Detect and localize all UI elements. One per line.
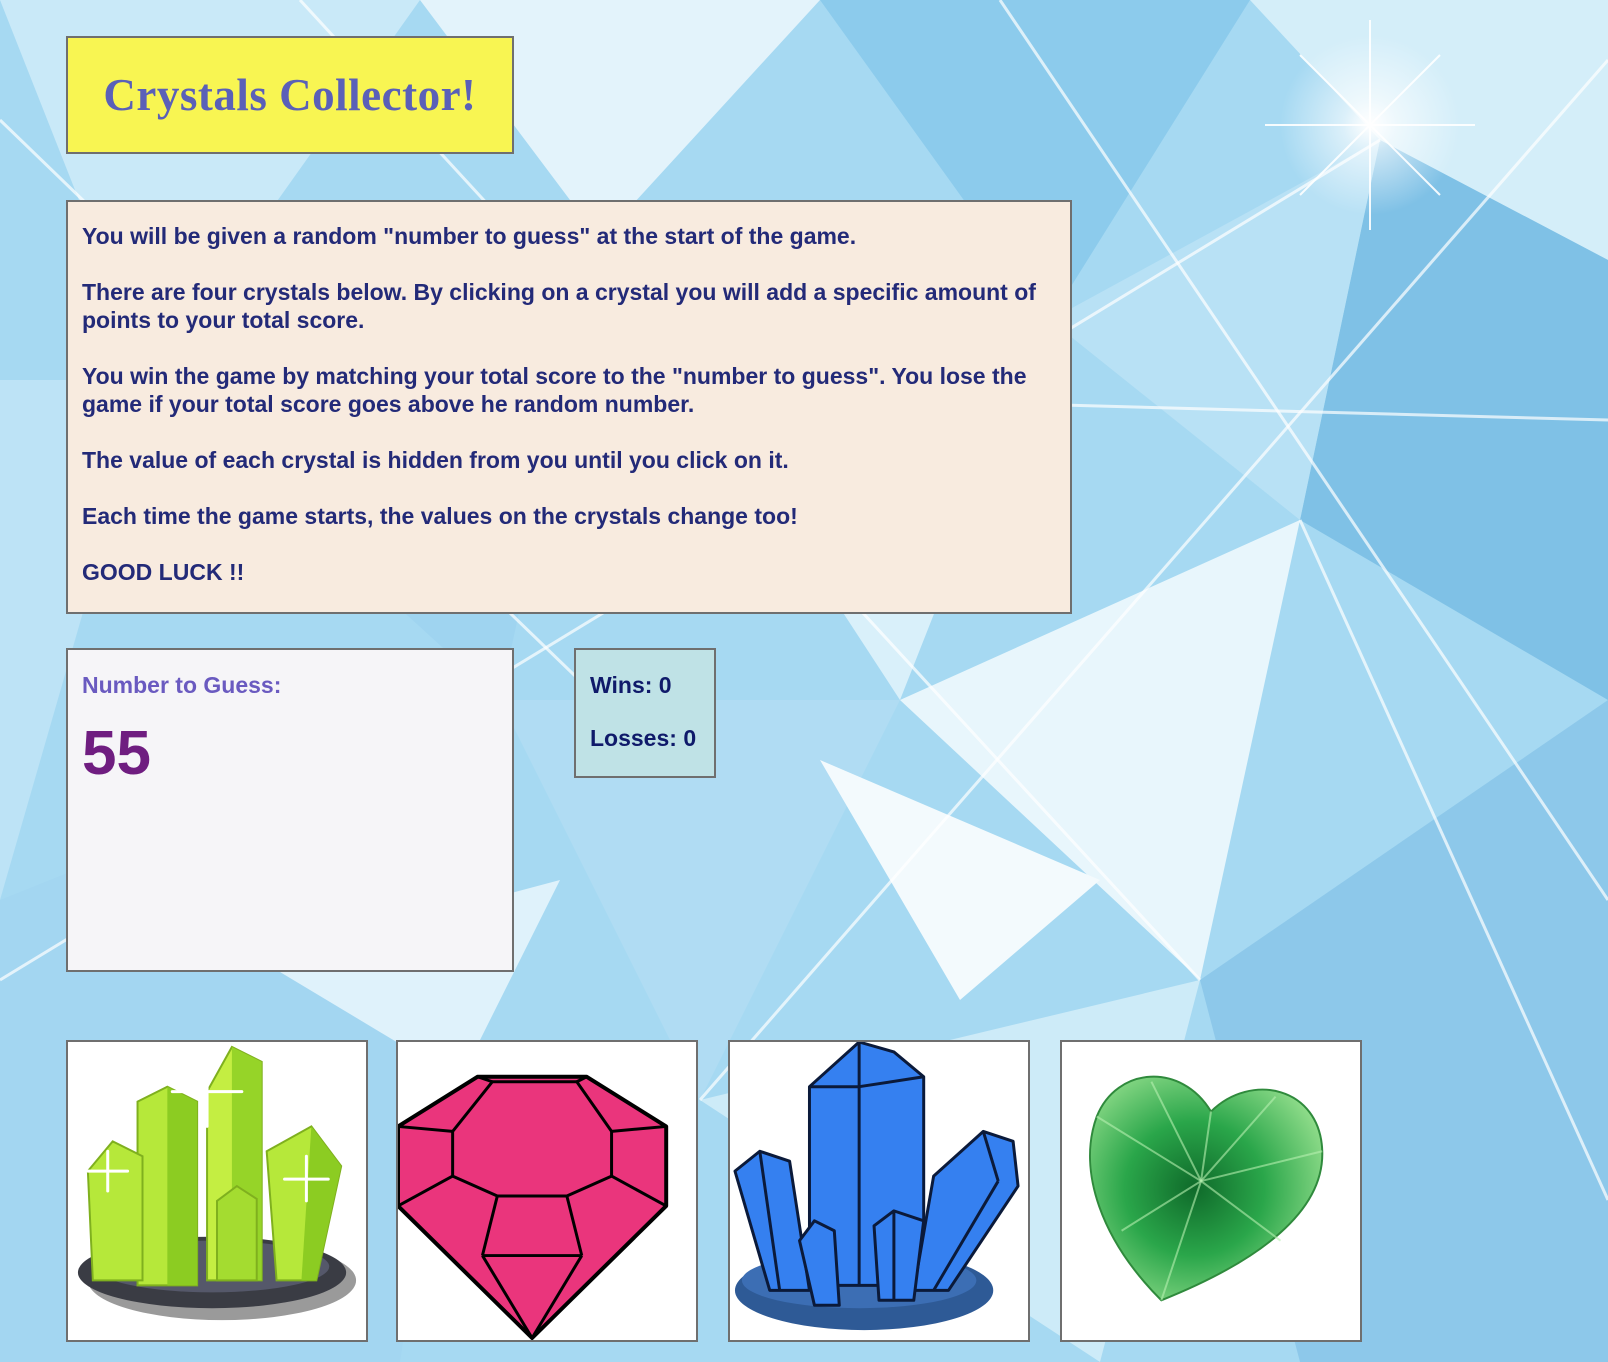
instruction-line: There are four crystals below. By clicki… [82,279,1036,333]
instruction-line: The value of each crystal is hidden from… [82,447,789,473]
green-heart-gem-icon [1089,1075,1324,1302]
instruction-line: Each time the game starts, the values on… [82,503,798,529]
number-to-guess-panel: Number to Guess: 55 [66,648,514,972]
wins-counter: Wins: 0 [590,672,672,698]
crystal-button-1[interactable] [66,1040,368,1342]
title-banner: Crystals Collector! [66,36,514,154]
page-title: Crystals Collector! [103,70,477,120]
crystal-button-3[interactable] [728,1040,1030,1342]
losses-counter: Losses: 0 [590,725,697,751]
green-crystal-cluster-icon [77,1045,357,1321]
number-to-guess-value: 55 [82,719,151,788]
instructions-panel: You will be given a random "number to gu… [66,200,1072,614]
crystal-button-4[interactable] [1060,1040,1362,1342]
pink-gem-icon [398,1074,669,1340]
crystal-button-2[interactable] [396,1040,698,1342]
number-to-guess-label: Number to Guess: [82,672,282,698]
instruction-line: You win the game by matching your total … [82,363,1027,417]
score-panel: Wins: 0 Losses: 0 [574,648,716,778]
blue-crystal-cluster-icon [733,1042,1020,1331]
instruction-line: You will be given a random "number to gu… [82,223,857,249]
instruction-line: GOOD LUCK !! [82,559,245,585]
